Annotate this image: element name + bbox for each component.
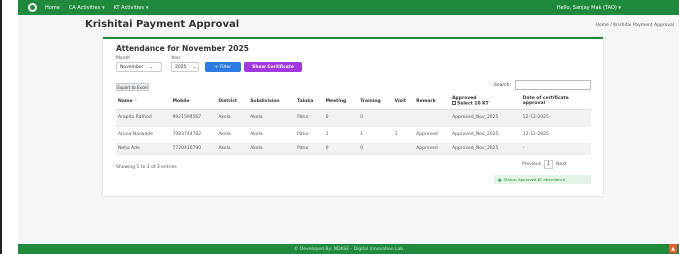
- cell-mobile: 9921594567: [170, 109, 217, 127]
- logo-icon[interactable]: [28, 3, 37, 12]
- chevron-down-icon: ▾: [618, 5, 621, 11]
- nav-kt-activities[interactable]: KT Activities ▾: [114, 5, 149, 11]
- th-district[interactable]: District: [216, 94, 249, 110]
- user-menu[interactable]: Hello, Sanjay Mak (TAO) ▾: [557, 5, 621, 11]
- check-icon: ▣: [498, 177, 502, 182]
- sort-icon: ↑: [134, 98, 138, 104]
- table-row[interactable]: Neha Ade 7720416790 Akola Akola Patur 0 …: [116, 143, 591, 155]
- cell-district: Akola: [216, 126, 249, 144]
- attendance-table: Name ↑ Mobile District Subdivision Taluk…: [116, 94, 591, 155]
- main-content: Krishitai Payment Approval Home / Krishi…: [18, 15, 679, 244]
- cell-name: Arapita Rathod: [116, 109, 171, 127]
- nav-ca-activities[interactable]: CA Activities ▾: [69, 5, 105, 11]
- filter-button[interactable]: + Filter: [205, 62, 241, 72]
- th-visit[interactable]: Visit: [392, 94, 415, 110]
- cell-remark: Approved: [414, 143, 451, 155]
- search-input[interactable]: [515, 80, 591, 90]
- th-name[interactable]: Name ↑: [116, 94, 171, 110]
- table-row[interactable]: Arapita Rathod 9921594567 Akola Akola Pa…: [116, 109, 591, 127]
- cell-meeting: 0: [323, 109, 359, 127]
- footer: © Developed By: NDKSE - Digital Innovati…: [18, 244, 679, 254]
- year-value: 2025: [175, 64, 187, 70]
- chevron-down-icon: ▾: [102, 4, 105, 11]
- month-label: Month: [116, 56, 131, 61]
- select-checkbox[interactable]: [452, 101, 457, 105]
- cell-taluka: Patur: [295, 126, 324, 144]
- cell-mobile: 7083744782: [170, 126, 217, 144]
- month-select[interactable]: November ⌄: [116, 62, 162, 72]
- table-header-row: Name ↑ Mobile District Subdivision Taluk…: [116, 94, 591, 110]
- top-navbar: Home CA Activities ▾ KT Activities ▾ Hello…: [18, 0, 679, 15]
- cell-name: Aruna Narwade: [116, 126, 171, 144]
- chevron-down-icon: ▾: [145, 4, 149, 11]
- cell-date: 12-12-2025: [520, 109, 591, 127]
- cell-district: Akola: [216, 109, 249, 127]
- cell-name: Neha Ade: [116, 143, 171, 155]
- cell-date: -: [520, 143, 591, 155]
- attendance-card: Attendance for November 2025 Month Novem…: [103, 37, 603, 196]
- cell-visit: [392, 143, 415, 155]
- cell-meeting: 1: [323, 126, 359, 144]
- card-title: Attendance for November 2025: [116, 44, 249, 53]
- previous-button[interactable]: Previous: [522, 162, 541, 167]
- cell-date: 12-12-2025: [520, 126, 591, 144]
- year-select[interactable]: 2025 ⌄: [171, 62, 199, 72]
- page-title: Krishitai Payment Approval: [85, 19, 240, 30]
- show-certificate-button[interactable]: Show Certificate: [244, 62, 302, 72]
- th-taluka[interactable]: Taluka: [295, 94, 324, 110]
- cell-training: 1: [358, 126, 393, 144]
- cell-subdivision: Akola: [248, 126, 296, 144]
- chevron-down-icon: ⌄: [192, 64, 197, 70]
- nav-home-label: Home: [45, 4, 60, 11]
- cell-visit: [392, 109, 415, 127]
- cell-taluka: Patur: [295, 143, 324, 155]
- year-label: Year: [171, 56, 181, 61]
- cell-approved: Approved_Nov_2025: [450, 126, 521, 144]
- cell-approved: Approved_Nov_2025: [450, 109, 521, 127]
- breadcrumb: Home / Krishitai Payment Approval: [595, 23, 674, 28]
- cell-subdivision: Akola: [248, 143, 296, 155]
- scroll-top-icon[interactable]: ▲: [669, 244, 677, 253]
- entries-info: Showing 1 to 3 of 3 entries: [116, 165, 177, 170]
- table-row[interactable]: Aruna Narwade 7083744782 Akola Akola Pat…: [116, 126, 591, 144]
- cell-mobile: 7720416790: [170, 143, 217, 155]
- chevron-down-icon: ⌄: [149, 64, 154, 70]
- th-remark[interactable]: Remark: [414, 94, 451, 110]
- month-value: November: [120, 64, 144, 70]
- th-approved[interactable]: Approved Select 10 KT: [450, 94, 521, 110]
- cell-taluka: Patur: [295, 109, 324, 127]
- cell-visit: 1: [392, 126, 415, 144]
- nav-kt-label: KT Activities: [113, 4, 144, 11]
- nav-ca-label: CA Activities: [68, 4, 101, 11]
- nav-home[interactable]: Home: [45, 5, 60, 11]
- th-subdivision[interactable]: Subdivision: [248, 94, 296, 110]
- cell-district: Akola: [216, 143, 249, 155]
- page-1-button[interactable]: 1: [544, 160, 554, 169]
- cell-remark: Approved: [414, 126, 451, 144]
- th-date[interactable]: Date of certificate approval: [520, 94, 591, 110]
- user-name: Hello, Sanjay Mak (TAO): [556, 5, 617, 11]
- status-badge: ▣ Status: Approved KT attendance: [494, 175, 591, 184]
- cell-training: 0: [358, 109, 393, 127]
- pagination: Previous 1 Next: [522, 160, 567, 169]
- next-button[interactable]: Next: [556, 162, 566, 167]
- th-meeting[interactable]: Meeting: [323, 94, 359, 110]
- export-excel-button[interactable]: Export to Excel: [116, 83, 149, 91]
- cell-subdivision: Akola: [248, 109, 296, 127]
- th-mobile[interactable]: Mobile: [170, 94, 217, 110]
- cell-remark: [414, 109, 451, 127]
- cell-training: 0: [358, 143, 393, 155]
- status-text: Status: Approved KT attendance: [503, 177, 565, 182]
- cell-approved: Approved_Nov_2025: [450, 143, 521, 155]
- th-training[interactable]: Training: [358, 94, 393, 110]
- cell-meeting: 0: [323, 143, 359, 155]
- search-label: Search:: [494, 83, 511, 88]
